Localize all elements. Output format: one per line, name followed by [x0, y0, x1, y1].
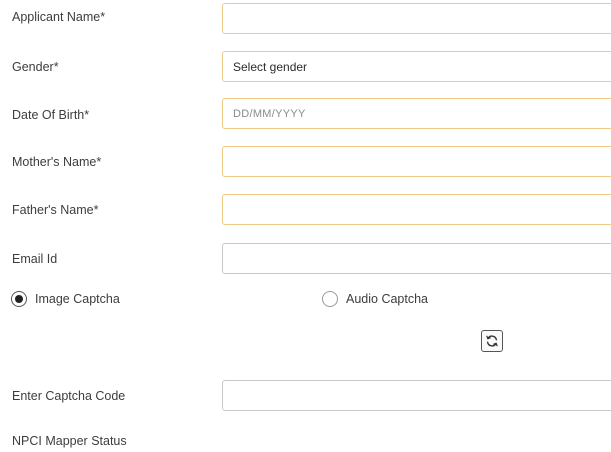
audio-captcha-radio[interactable] — [322, 291, 338, 307]
father-name-field[interactable] — [222, 194, 611, 225]
captcha-code-input[interactable] — [233, 381, 611, 410]
father-name-input[interactable] — [233, 195, 611, 224]
refresh-icon — [486, 335, 498, 347]
image-captcha-label: Image Captcha — [35, 292, 120, 306]
gender-select[interactable]: Select gender — [222, 51, 611, 82]
captcha-code-label: Enter Captcha Code — [12, 389, 126, 403]
dob-input[interactable] — [233, 99, 611, 128]
mother-name-label: Mother's Name* — [12, 155, 102, 169]
gender-selected-value: Select gender — [233, 59, 308, 74]
applicant-name-label: Applicant Name* — [12, 10, 106, 24]
email-label: Email Id — [12, 252, 58, 266]
email-input[interactable] — [233, 244, 611, 273]
refresh-captcha-button[interactable] — [481, 330, 503, 352]
image-captcha-radio[interactable] — [11, 291, 27, 307]
applicant-name-input[interactable] — [233, 4, 611, 33]
npci-status-label: NPCI Mapper Status — [12, 434, 127, 448]
dob-label: Date Of Birth* — [12, 108, 90, 122]
audio-captcha-option[interactable]: Audio Captcha — [322, 291, 428, 307]
dob-field[interactable] — [222, 98, 611, 129]
captcha-code-field[interactable] — [222, 380, 611, 411]
applicant-name-field[interactable] — [222, 3, 611, 34]
registration-form: Applicant Name* Gender* Select gender Da… — [0, 0, 611, 452]
audio-captcha-label: Audio Captcha — [346, 292, 429, 306]
father-name-label: Father's Name* — [12, 203, 99, 217]
radio-selected-dot — [15, 295, 23, 303]
mother-name-field[interactable] — [222, 146, 611, 177]
mother-name-input[interactable] — [233, 147, 611, 176]
email-field[interactable] — [222, 243, 611, 274]
image-captcha-option[interactable]: Image Captcha — [11, 291, 120, 307]
gender-label: Gender* — [12, 60, 59, 74]
